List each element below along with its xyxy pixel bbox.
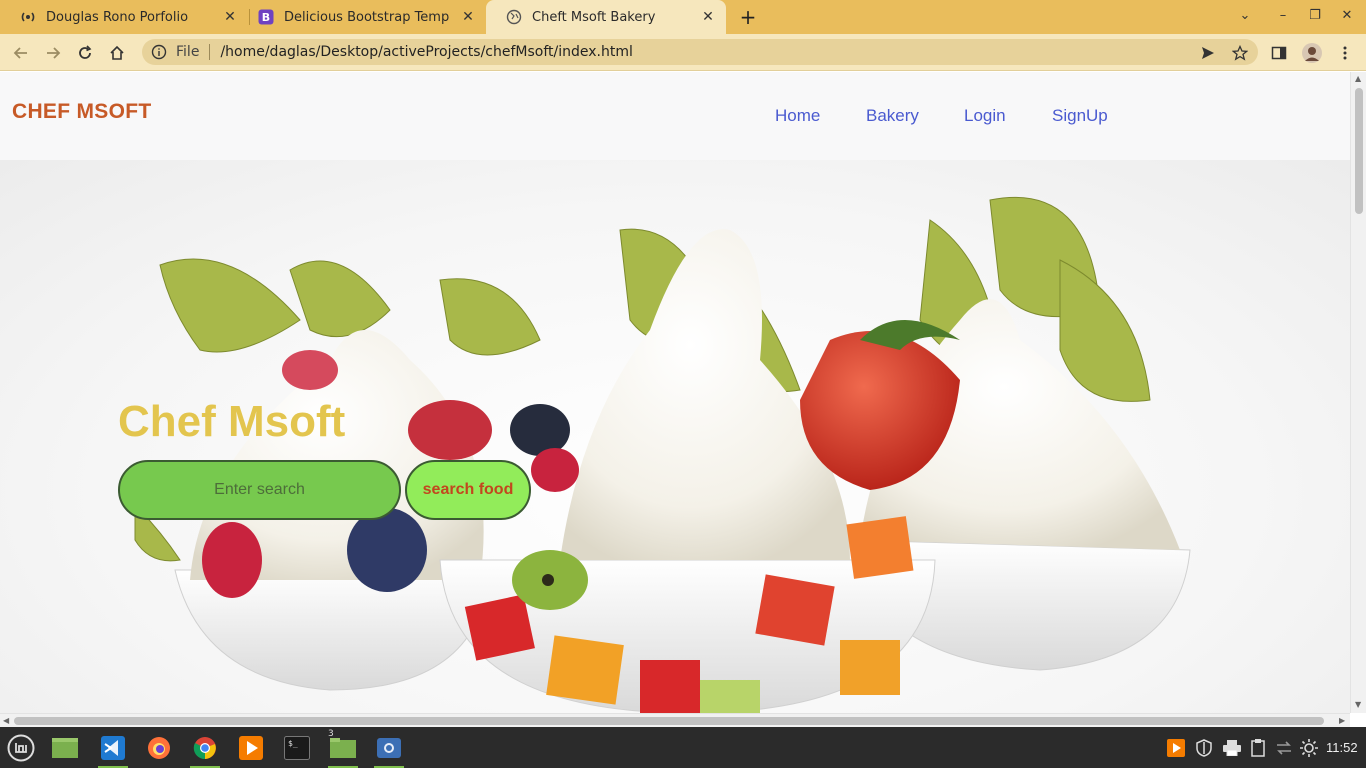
globe-icon	[506, 9, 522, 25]
info-icon[interactable]	[150, 43, 168, 61]
browser-toolbar: File /home/daglas/Desktop/activeProjects…	[0, 34, 1366, 71]
tab-title: Douglas Rono Porfolio	[46, 9, 189, 25]
menu-kebab-icon[interactable]	[1334, 42, 1356, 64]
home-icon[interactable]	[106, 42, 128, 64]
clipboard-icon[interactable]	[1249, 739, 1267, 757]
nav-login[interactable]: Login	[964, 106, 1006, 126]
new-tab-button[interactable]: +	[736, 5, 760, 29]
forward-icon[interactable]	[42, 42, 64, 64]
scroll-left-arrow-icon[interactable]: ◀	[3, 716, 9, 725]
close-window-icon[interactable]: ✕	[1337, 8, 1357, 23]
network-icon[interactable]	[1275, 739, 1293, 757]
close-tab-icon[interactable]: ✕	[460, 9, 476, 25]
minimize-icon[interactable]: –	[1273, 8, 1293, 23]
side-panel-icon[interactable]	[1268, 42, 1290, 64]
nav-bakery[interactable]: Bakery	[866, 106, 919, 126]
vertical-scrollbar[interactable]: ▲ ▼	[1350, 72, 1366, 713]
scroll-up-arrow-icon[interactable]: ▲	[1355, 74, 1361, 83]
page-viewport: CHEF MSOFT Home Bakery Login SignUp Chef…	[0, 72, 1350, 713]
horizontal-scroll-thumb[interactable]	[14, 717, 1324, 725]
close-tab-icon[interactable]: ✕	[222, 9, 238, 25]
site-navbar: CHEF MSOFT Home Bakery Login SignUp	[0, 72, 1350, 160]
desktop-taskbar: $_ 3 11:52	[0, 727, 1366, 768]
tab-portfolio[interactable]: Douglas Rono Porfolio ✕	[0, 0, 248, 34]
bookmark-star-icon[interactable]	[1229, 42, 1251, 64]
svg-text:$_: $_	[288, 739, 298, 748]
profile-avatar[interactable]	[1301, 42, 1323, 64]
nav-signup[interactable]: SignUp	[1052, 106, 1108, 126]
restore-icon[interactable]: ❐	[1305, 8, 1325, 23]
media-tray-icon[interactable]	[1167, 739, 1185, 757]
address-url[interactable]: /home/daglas/Desktop/activeProjects/chef…	[220, 44, 632, 60]
send-icon[interactable]	[1197, 42, 1219, 64]
printer-icon[interactable]	[1223, 739, 1241, 757]
horizontal-scrollbar[interactable]: ◀ ▶	[0, 713, 1350, 727]
back-icon[interactable]	[10, 42, 32, 64]
search-food-button[interactable]: search food	[405, 460, 531, 520]
address-bar[interactable]: File /home/daglas/Desktop/activeProjects…	[142, 39, 1258, 65]
brightness-icon[interactable]	[1300, 739, 1318, 757]
hero-section: Chef Msoft search food	[0, 160, 1350, 713]
tab-title: Delicious Bootstrap Template	[284, 9, 450, 25]
reload-icon[interactable]	[74, 42, 96, 64]
bootstrap-icon: B	[258, 9, 274, 25]
scheme-label: File	[176, 44, 200, 60]
vscode-icon[interactable]	[96, 732, 130, 768]
svg-text:B: B	[262, 11, 270, 24]
firefox-icon[interactable]	[142, 732, 176, 764]
system-clock[interactable]: 11:52	[1326, 740, 1358, 755]
shield-icon[interactable]	[1195, 739, 1213, 757]
nav-home[interactable]: Home	[775, 106, 820, 126]
scroll-down-arrow-icon[interactable]: ▼	[1355, 700, 1361, 709]
tab-title: Cheft Msoft Bakery	[532, 9, 656, 25]
close-tab-icon[interactable]: ✕	[700, 9, 716, 25]
search-input[interactable]	[118, 460, 401, 520]
folder-window-count-badge: 3	[328, 729, 334, 739]
vertical-scroll-thumb[interactable]	[1355, 88, 1363, 214]
media-player-icon[interactable]	[234, 732, 268, 764]
chrome-icon[interactable]	[188, 732, 222, 768]
terminal-icon[interactable]: $_	[280, 732, 314, 764]
tab-strip: Douglas Rono Porfolio ✕ B Delicious Boot…	[0, 0, 1366, 34]
broadcast-icon	[20, 9, 36, 25]
tab-chef-msoft[interactable]: Cheft Msoft Bakery ✕	[486, 0, 726, 34]
screenshot-icon[interactable]	[372, 732, 406, 768]
folder-icon[interactable]: 3	[326, 729, 360, 768]
tab-search-chevron-icon[interactable]: ⌄	[1235, 8, 1255, 23]
files-icon[interactable]	[48, 732, 82, 764]
scroll-right-arrow-icon[interactable]: ▶	[1339, 716, 1345, 725]
tab-bootstrap-template[interactable]: B Delicious Bootstrap Template ✕	[238, 0, 486, 34]
hero-title: Chef Msoft	[118, 397, 346, 446]
address-divider	[209, 44, 211, 60]
menu-icon[interactable]	[4, 732, 38, 764]
site-brand[interactable]: CHEF MSOFT	[12, 100, 152, 124]
